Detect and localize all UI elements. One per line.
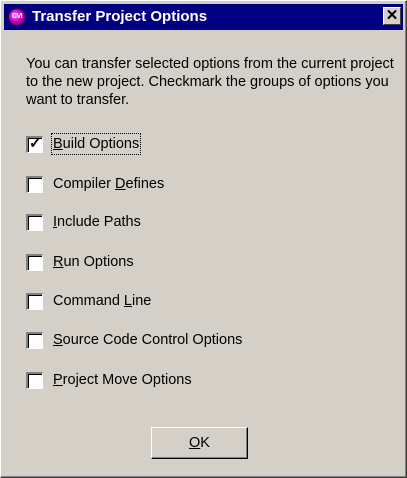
checkbox[interactable] bbox=[26, 254, 43, 271]
checkbox[interactable] bbox=[26, 372, 43, 389]
option-label: Build Options bbox=[50, 133, 142, 155]
checkbox[interactable] bbox=[26, 293, 43, 310]
checkmark-icon: ✓ bbox=[29, 135, 42, 152]
cvi-app-icon: CVI bbox=[8, 8, 26, 26]
close-button[interactable]: ✕ bbox=[383, 7, 401, 25]
dialog-description: You can transfer selected options from t… bbox=[26, 56, 394, 108]
transfer-project-options-dialog: CVI Transfer Project Options ✕ You can t… bbox=[0, 0, 407, 478]
option-label: Command Line bbox=[53, 293, 152, 309]
option-label: Source Code Control Options bbox=[53, 332, 243, 348]
ok-button-label: OK bbox=[189, 435, 210, 451]
checkbox[interactable] bbox=[26, 176, 43, 193]
checkbox[interactable] bbox=[26, 332, 43, 349]
option-label: Compiler Defines bbox=[53, 176, 165, 192]
close-icon: ✕ bbox=[385, 7, 399, 24]
checkbox[interactable]: ✓ bbox=[26, 135, 43, 153]
ok-button[interactable]: OK bbox=[151, 427, 248, 459]
option-label: Project Move Options bbox=[53, 372, 192, 388]
title-bar[interactable]: CVI Transfer Project Options ✕ bbox=[4, 4, 403, 30]
checkbox[interactable] bbox=[26, 214, 43, 231]
dialog-title: Transfer Project Options bbox=[32, 8, 208, 25]
option-label: Include Paths bbox=[53, 214, 141, 230]
option-label: Run Options bbox=[53, 254, 134, 270]
